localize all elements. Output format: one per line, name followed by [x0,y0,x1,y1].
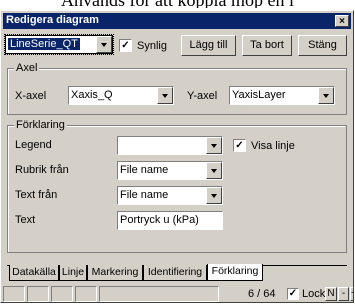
text-from-select[interactable]: File name [117,186,223,205]
chevron-down-icon[interactable] [96,36,112,53]
title-bar: Redigera diagram × [3,13,351,29]
legend-group-title: Förklaring [14,119,67,131]
edit-diagram-dialog: Redigera diagram × LineSerie_QT ✓ Synlig… [0,10,354,303]
chevron-down-icon[interactable] [157,87,173,104]
title-from-value: File name [120,164,169,176]
series-select-value: LineSerie_QT [8,38,80,50]
x-axis-value: Xaxis_Q [71,89,113,101]
add-button[interactable]: Lägg till [181,35,236,56]
text-from-label: Text från [15,189,58,201]
x-axis-select[interactable]: Xaxis_Q [68,86,174,105]
visible-checkbox[interactable]: ✓ [119,39,132,52]
status-panel [3,286,25,302]
background-text: Används för att koppla mop en l [0,0,355,8]
text-label: Text [15,214,36,226]
status-panel [51,286,73,302]
legend-select[interactable] [117,136,223,155]
y-axis-value: YaxisLayer [232,89,286,101]
remove-button[interactable]: Ta bort [242,35,292,56]
visible-label: Synlig [137,40,167,52]
lock-label: Lock [302,288,326,300]
tab-forklaring[interactable]: Förklaring [207,264,263,281]
tab-markering[interactable]: Markering [87,265,143,281]
chevron-down-icon[interactable] [318,87,334,104]
x-axis-label: X-axel [15,90,47,102]
minus-button[interactable]: - [338,287,349,301]
lock-checkbox[interactable]: ✓ [287,288,299,300]
tab-datakalla[interactable]: Datakälla [9,265,59,281]
show-line-label: Visa linje [251,140,295,152]
close-button[interactable]: Stäng [298,35,347,56]
y-axis-label: Y-axel [187,90,218,102]
axis-group-title: Axel [14,62,40,74]
title-from-select[interactable]: File name [117,161,223,180]
status-bar: 6 / 64 ✓ Lock N - [3,286,351,302]
window-title: Redigera diagram [6,14,99,26]
n-button[interactable]: N [325,287,337,301]
series-select[interactable]: LineSerie_QT [4,34,114,55]
y-axis-select[interactable]: YaxisLayer [229,86,335,105]
status-panel [27,286,49,302]
chevron-down-icon[interactable] [206,162,222,179]
show-line-checkbox[interactable]: ✓ [233,139,246,152]
status-panel [99,286,219,302]
text-input[interactable]: Portryck u (kPa) [117,211,223,230]
status-panel [75,286,97,302]
plus-button[interactable]: + [350,287,353,301]
chevron-down-icon[interactable] [206,137,222,154]
close-window-button[interactable]: × [335,15,349,27]
tab-linje[interactable]: Linje [59,265,87,281]
text-input-value: Portryck u (kPa) [120,214,199,226]
legend-label: Legend [15,139,52,151]
title-from-label: Rubrik från [15,164,69,176]
chevron-down-icon[interactable] [206,187,222,204]
page-counter: 6 / 64 [248,288,276,300]
tab-identifiering[interactable]: Identifiering [143,265,207,281]
text-from-value: File name [120,189,169,201]
